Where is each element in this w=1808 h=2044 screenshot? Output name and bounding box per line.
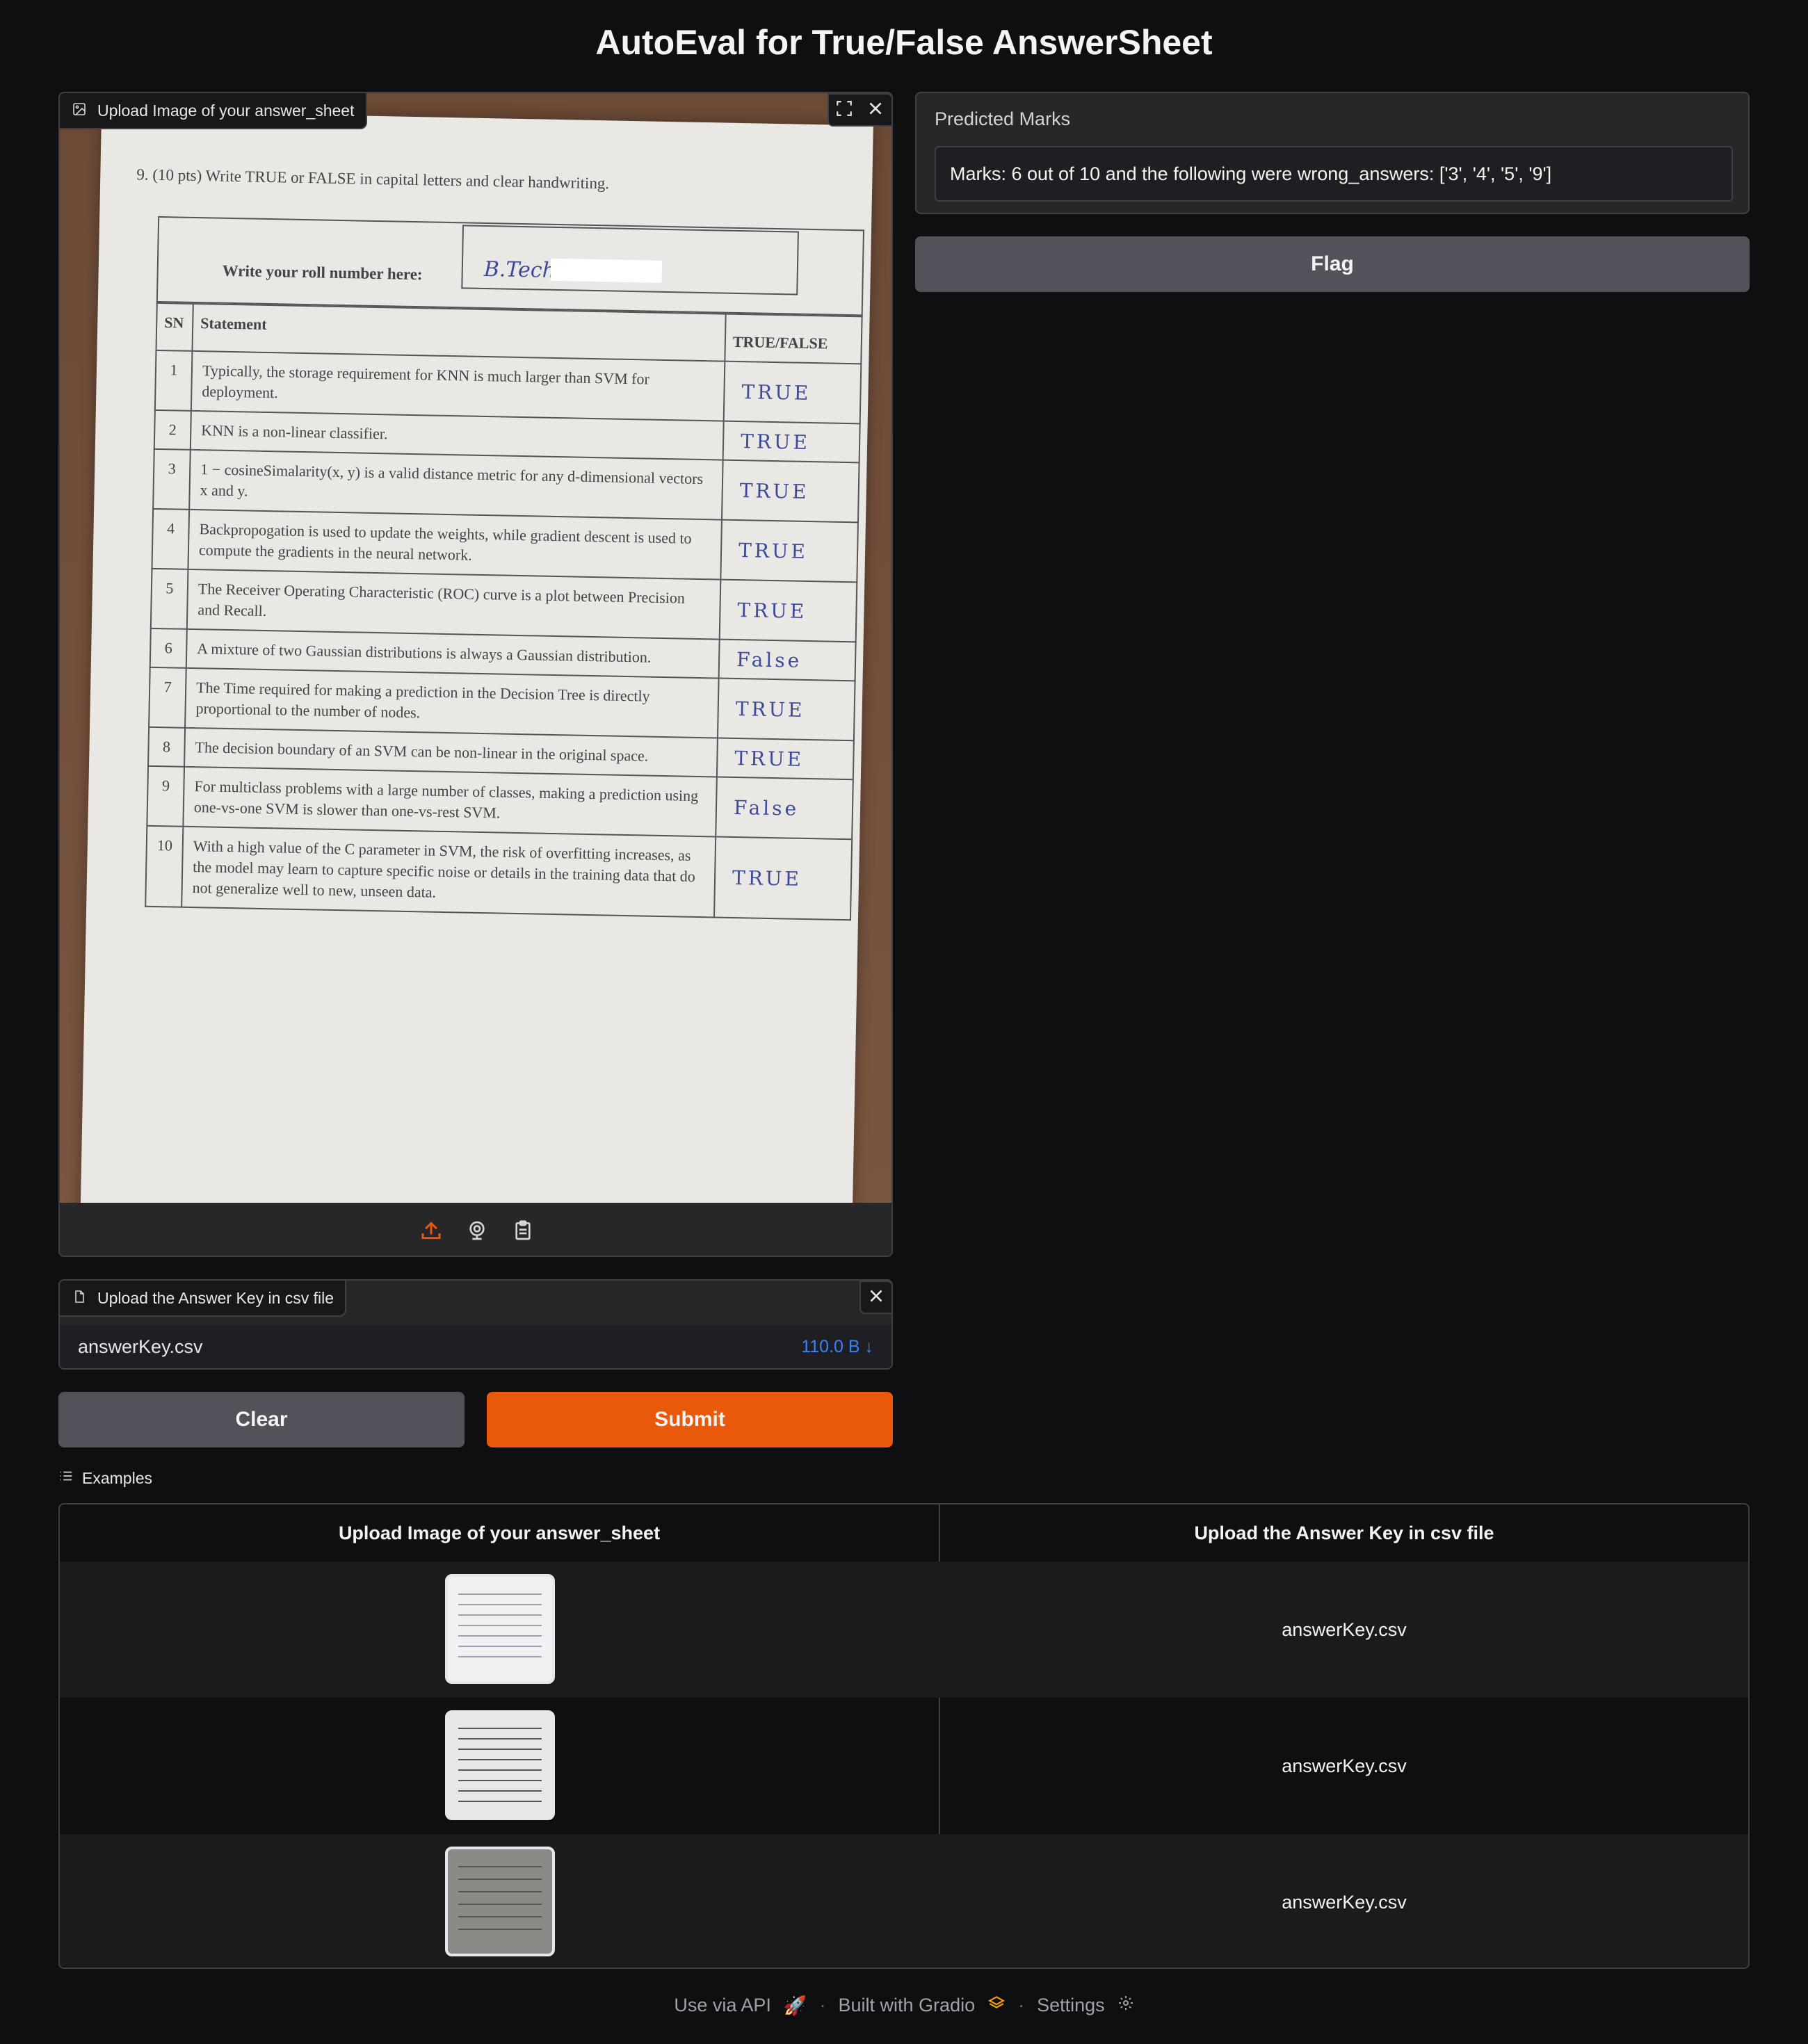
- rocket-icon: 🚀: [783, 1995, 807, 2016]
- flag-button[interactable]: Flag: [915, 236, 1750, 292]
- question-number: 3: [153, 448, 191, 510]
- question-statement: With a high value of the C parameter in …: [181, 826, 716, 918]
- question-number: 7: [149, 667, 186, 728]
- fullscreen-icon: [835, 99, 853, 121]
- roll-number-handwriting: B.Tech: [483, 257, 556, 283]
- question-number: 9: [147, 765, 185, 827]
- webcam-icon[interactable]: [463, 1217, 491, 1244]
- handwritten-answer: TRUE: [723, 421, 860, 463]
- roll-number-redaction: [550, 258, 663, 283]
- handwritten-answer: TRUE: [716, 738, 854, 780]
- roll-number-label: Write your roll number here:: [222, 261, 423, 284]
- example-csv-name: answerKey.csv: [1282, 1891, 1407, 1913]
- separator-dot: ·: [819, 1995, 826, 2015]
- header-answer: TRUE/FALSE: [725, 314, 862, 364]
- file-icon: [72, 1289, 86, 1308]
- image-input-label-text: Upload Image of your answer_sheet: [97, 101, 355, 120]
- question-number: 10: [145, 825, 184, 907]
- predicted-marks-panel: Predicted Marks Marks: 6 out of 10 and t…: [915, 92, 1750, 214]
- use-via-api-link[interactable]: Use via API: [674, 1995, 771, 2016]
- question-statement: For multiclass problems with a large num…: [183, 766, 717, 837]
- uploaded-file-row: answerKey.csv 110.0 B ↓: [60, 1325, 891, 1368]
- close-icon: [867, 1287, 885, 1308]
- handwritten-answer: False: [716, 777, 853, 840]
- handwritten-answer: TRUE: [721, 460, 859, 523]
- header-sn: SN: [156, 302, 193, 351]
- examples-table: Upload Image of your answer_sheet Upload…: [58, 1503, 1750, 1969]
- handwritten-answer: TRUE: [713, 836, 853, 920]
- question-statement: The Receiver Operating Characteristic (R…: [186, 569, 721, 640]
- question-number: 6: [150, 628, 187, 668]
- example-row[interactable]: answerKey.csv: [60, 1834, 1748, 1968]
- settings-link[interactable]: Settings: [1037, 1995, 1105, 2016]
- question-number: 5: [150, 568, 188, 629]
- roll-number-field: B.Tech: [461, 225, 799, 295]
- handwritten-answer: TRUE: [720, 519, 858, 583]
- clear-button[interactable]: Clear: [58, 1392, 465, 1447]
- handwritten-answer: TRUE: [719, 579, 857, 642]
- file-download-link[interactable]: 110.0 B ↓: [801, 1337, 873, 1357]
- example-thumbnail: [445, 1574, 555, 1684]
- answer-sheet-paper: 9. (10 pts) Write TRUE or FALSE in capit…: [80, 111, 873, 1203]
- example-csv-name: answerKey.csv: [1282, 1619, 1407, 1640]
- example-row[interactable]: answerKey.csv: [60, 1562, 1748, 1698]
- question-table: SN Statement TRUE/FALSE 1 Typically, the …: [145, 302, 863, 920]
- uploaded-file-name: answerKey.csv: [78, 1336, 203, 1357]
- built-with-gradio-link[interactable]: Built with Gradio: [839, 1995, 976, 2016]
- csv-input-label: Upload the Answer Key in csv file: [60, 1281, 347, 1317]
- separator-dot: ·: [1018, 1995, 1025, 2015]
- upload-icon[interactable]: [417, 1217, 445, 1244]
- question-instruction: 9. (10 pts) Write TRUE or FALSE in capit…: [136, 165, 610, 193]
- question-statement: Backpropogation is used to update the we…: [188, 509, 722, 580]
- image-input-label: Upload Image of your answer_sheet: [60, 93, 367, 129]
- question-statement: 1 − cosineSimalarity(x, y) is a valid di…: [189, 449, 723, 520]
- predicted-marks-label: Predicted Marks: [935, 108, 1071, 129]
- remove-image-button[interactable]: [859, 93, 891, 127]
- clipboard-icon[interactable]: [509, 1217, 537, 1244]
- question-number: 8: [148, 727, 186, 767]
- example-csv-name: answerKey.csv: [1282, 1755, 1407, 1776]
- answer-sheet-image: 9. (10 pts) Write TRUE or FALSE in capit…: [60, 93, 891, 1203]
- question-row: 10 With a high value of the C parameter i…: [145, 825, 853, 920]
- question-statement: The Time required for making a predictio…: [185, 667, 719, 738]
- csv-input-label-text: Upload the Answer Key in csv file: [97, 1288, 334, 1307]
- csv-upload-panel[interactable]: Upload the Answer Key in csv file answer…: [58, 1279, 893, 1370]
- question-statement: Typically, the storage requirement for K…: [191, 350, 725, 421]
- examples-header-csv: Upload the Answer Key in csv file: [1194, 1522, 1494, 1543]
- gear-icon: [1117, 1995, 1134, 2016]
- footer: Use via API 🚀 · Built with Gradio · Sett…: [0, 1994, 1808, 2017]
- handwritten-answer: TRUE: [717, 678, 855, 741]
- list-icon: [58, 1468, 74, 1488]
- handwritten-answer: False: [718, 639, 856, 681]
- fullscreen-button[interactable]: [828, 93, 861, 127]
- gradio-logo-icon: [987, 1994, 1006, 2017]
- image-source-toolbar: [60, 1203, 891, 1256]
- handwritten-answer: TRUE: [723, 361, 862, 424]
- question-number: 4: [152, 508, 190, 569]
- predicted-marks-textbox[interactable]: Marks: 6 out of 10 and the following wer…: [935, 146, 1733, 202]
- example-row[interactable]: answerKey.csv: [60, 1698, 1748, 1834]
- remove-csv-button[interactable]: [859, 1281, 891, 1314]
- image-upload-panel[interactable]: 9. (10 pts) Write TRUE or FALSE in capit…: [58, 92, 893, 1257]
- examples-header: Examples: [58, 1468, 152, 1488]
- close-icon: [866, 99, 885, 121]
- question-number: 2: [154, 409, 191, 450]
- image-icon: [72, 102, 86, 120]
- submit-button[interactable]: Submit: [487, 1392, 893, 1447]
- examples-header-image: Upload Image of your answer_sheet: [338, 1522, 661, 1543]
- example-thumbnail: [445, 1710, 555, 1820]
- example-thumbnail: [445, 1847, 555, 1956]
- app-title: AutoEval for True/False AnswerSheet: [595, 23, 1213, 62]
- roll-number-box: Write your roll number here: B.Tech: [156, 216, 865, 316]
- question-number: 1: [154, 350, 193, 411]
- examples-title: Examples: [82, 1468, 152, 1487]
